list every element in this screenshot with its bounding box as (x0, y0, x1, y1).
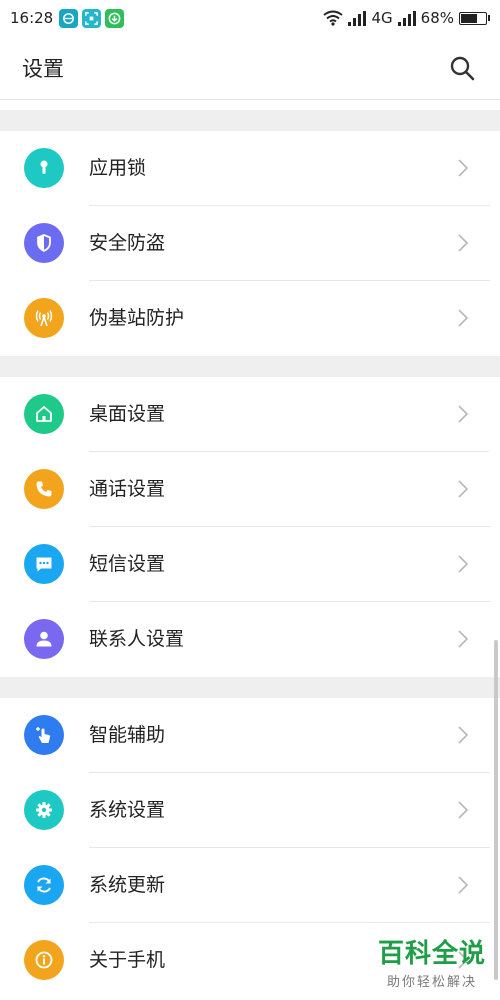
status-time: 16:28 (10, 9, 54, 27)
shield-icon (24, 223, 64, 263)
app-bar: 设置 (0, 36, 500, 100)
settings-item-contacts[interactable]: 联系人设置 (0, 602, 500, 677)
gear-icon (24, 790, 64, 830)
settings-item-label: 系统设置 (89, 799, 166, 821)
watermark: 百科全说 助你轻松解决 (378, 939, 486, 990)
settings-item-label: 智能辅助 (89, 724, 166, 746)
settings-item-label: 通话设置 (89, 478, 166, 500)
wifi-icon (323, 10, 344, 26)
search-button[interactable] (446, 52, 478, 84)
chevron-right-icon (458, 159, 469, 177)
settings-item-call[interactable]: 通话设置 (0, 452, 500, 527)
chevron-right-icon (458, 630, 469, 648)
chevron-right-icon (458, 555, 469, 573)
network-type: 4G (371, 9, 393, 27)
info-icon (24, 940, 64, 980)
settings-list: 应用锁 安全防盗 伪基站防护 桌面设置 通话设置 短信设置 联系人设置 智能辅助… (0, 100, 500, 1000)
signal-bars-secondary-icon (397, 10, 416, 26)
refresh-icon (24, 865, 64, 905)
settings-item-system[interactable]: 系统设置 (0, 773, 500, 848)
home-icon (24, 394, 64, 434)
message-icon (24, 544, 64, 584)
chevron-right-icon (458, 405, 469, 423)
touch-hand-icon (24, 715, 64, 755)
keyhole-icon (24, 148, 64, 188)
chevron-right-icon (458, 726, 469, 744)
battery-percent: 68% (420, 9, 454, 27)
settings-item-label: 短信设置 (89, 553, 166, 575)
notification-app-icon (59, 8, 79, 28)
settings-item-desktop[interactable]: 桌面设置 (0, 377, 500, 452)
status-bar: 16:28 4G 68% (0, 0, 500, 36)
chevron-right-icon (458, 234, 469, 252)
settings-item-label: 联系人设置 (89, 628, 185, 650)
group-separator (0, 677, 500, 698)
settings-item-label: 伪基站防护 (89, 307, 185, 329)
search-icon (450, 56, 475, 80)
battery-icon (459, 11, 490, 25)
settings-item-label: 桌面设置 (89, 403, 166, 425)
signal-bars-icon (348, 10, 367, 26)
scrollbar[interactable] (494, 640, 498, 980)
notification-update-icon (105, 8, 125, 28)
chevron-right-icon (458, 309, 469, 327)
settings-item-sms[interactable]: 短信设置 (0, 527, 500, 602)
watermark-subtitle: 助你轻松解决 (386, 975, 477, 990)
notification-scan-icon (82, 8, 102, 28)
settings-item-pseudo-base-station[interactable]: 伪基站防护 (0, 281, 500, 356)
group-separator (0, 356, 500, 377)
chevron-right-icon (458, 480, 469, 498)
settings-item-smart-assist[interactable]: 智能辅助 (0, 698, 500, 773)
signal-tower-icon (24, 298, 64, 338)
page-title: 设置 (22, 56, 64, 81)
chevron-right-icon (458, 876, 469, 894)
settings-item-label: 安全防盗 (89, 232, 166, 254)
settings-item-label: 系统更新 (89, 874, 166, 896)
group-separator (0, 110, 500, 131)
settings-item-anti-theft[interactable]: 安全防盗 (0, 206, 500, 281)
settings-item-app-lock[interactable]: 应用锁 (0, 131, 500, 206)
watermark-title: 百科全说 (377, 939, 486, 969)
settings-item-label: 关于手机 (89, 949, 166, 971)
person-icon (24, 619, 64, 659)
settings-item-label: 应用锁 (89, 157, 147, 179)
settings-item-system-update[interactable]: 系统更新 (0, 848, 500, 923)
phone-icon (24, 469, 64, 509)
chevron-right-icon (458, 801, 469, 819)
